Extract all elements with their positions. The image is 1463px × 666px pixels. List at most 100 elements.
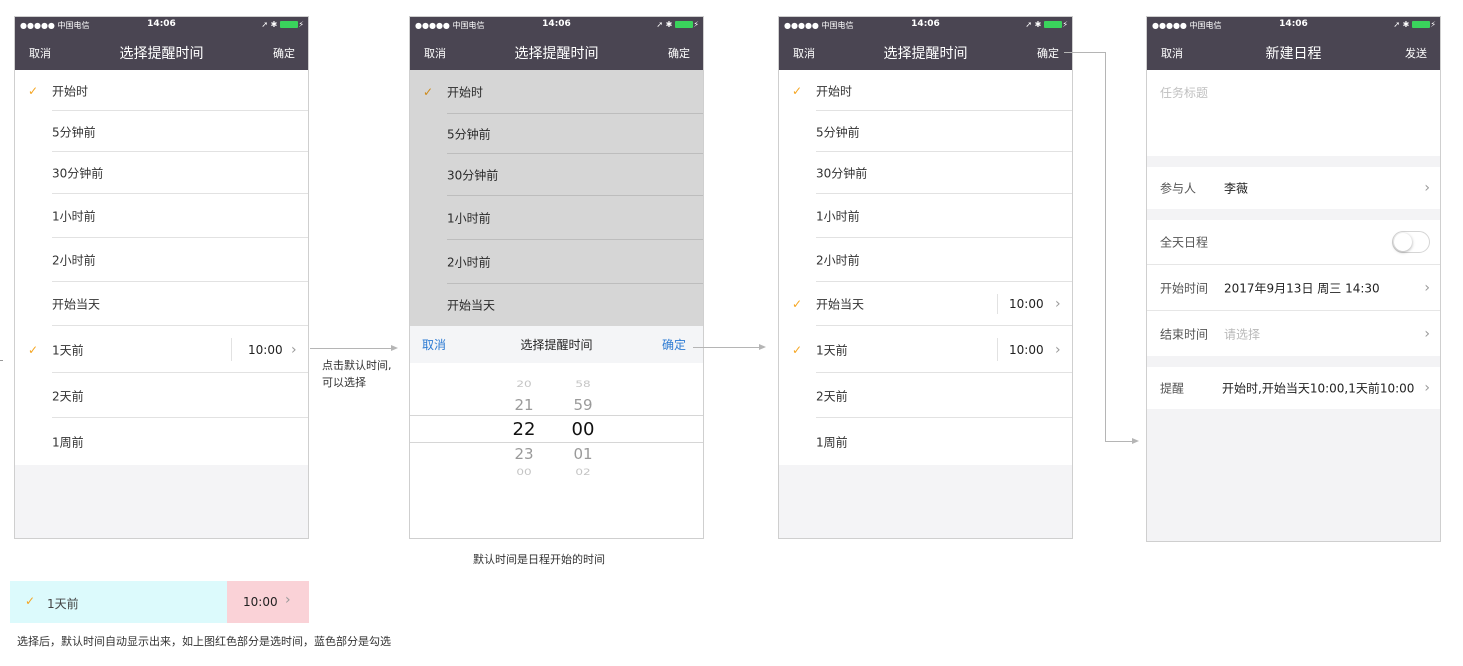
reminder-list: ✓ 开始时 5分钟前 30分钟前 1小时前 2小时前 ✓ 开始当天 10:00 … xyxy=(779,70,1072,465)
allday-label: 全天日程 xyxy=(1160,235,1209,250)
list-item[interactable]: 1周前 xyxy=(779,418,1072,465)
picker-confirm-button[interactable]: 确定 xyxy=(662,336,686,353)
list-item[interactable]: 开始当天 xyxy=(15,282,308,326)
page-title: 选择提醒时间 xyxy=(119,46,204,62)
phone-screen-reminder-result: ●●●●● 中国电信 14:06 ➚ ✱ ⚡ 取消 选择提醒时间 确定 ✓ 开始时… xyxy=(778,16,1073,539)
flow-arrow xyxy=(1064,52,1106,53)
list-item-label: 5分钟前 xyxy=(52,125,96,139)
confirm-button[interactable]: 确定 xyxy=(273,45,295,61)
list-item[interactable]: 2天前 xyxy=(15,373,308,418)
start-time-row[interactable]: 开始时间 2017年9月13日 周三 14:30 › xyxy=(1147,265,1440,311)
hour-option[interactable]: 20 xyxy=(504,379,544,389)
modal-overlay[interactable] xyxy=(410,70,703,326)
list-item-label: 1天前 xyxy=(52,343,84,357)
participants-label: 参与人 xyxy=(1160,181,1197,196)
battery-icon: ➚ ✱ ⚡ xyxy=(261,20,304,29)
task-title-placeholder: 任务标题 xyxy=(1160,86,1209,100)
chevron-right-icon: › xyxy=(1424,380,1430,396)
checkmark-icon: ✓ xyxy=(792,342,803,357)
chevron-right-icon: › xyxy=(1055,296,1061,312)
flow-arrow xyxy=(1105,441,1133,442)
hour-option-selected[interactable]: 22 xyxy=(504,419,544,440)
list-item-label: 开始时 xyxy=(816,84,853,98)
time-picker-wheel[interactable]: 20 21 22 23 00 58 59 00 01 02 xyxy=(410,363,703,538)
list-item[interactable]: 30分钟前 xyxy=(779,152,1072,194)
nav-bar: 取消 新建日程 发送 xyxy=(1147,33,1440,70)
list-item[interactable]: 2小时前 xyxy=(15,238,308,282)
list-item[interactable]: 1小时前 xyxy=(779,194,1072,238)
flow-arrow xyxy=(693,347,760,348)
legend-time-area: 10:00 › xyxy=(227,581,309,623)
hour-option[interactable]: 00 xyxy=(504,467,544,477)
phone-screen-time-picker: ●●●●● 中国电信 14:06 ➚ ✱ ⚡ 取消 选择提醒时间 确定 ✓ 开始时… xyxy=(409,16,704,539)
list-item[interactable]: ✓ 开始时 xyxy=(15,70,308,111)
reminder-row[interactable]: 提醒 开始时,开始当天10:00,1天前10:00 › xyxy=(1147,367,1440,409)
arrow-head-icon xyxy=(1132,438,1139,444)
flow-arrow-vertical xyxy=(1105,52,1106,441)
chevron-right-icon: › xyxy=(1424,279,1430,296)
edge-mark xyxy=(0,360,3,361)
time-value[interactable]: 10:00 xyxy=(1009,297,1044,311)
annotation-default-is-start: 默认时间是日程开始的时间 xyxy=(473,553,605,566)
list-item[interactable]: ✓ 开始时 xyxy=(779,70,1072,111)
nav-bar: 取消 选择提醒时间 确定 xyxy=(779,33,1072,70)
list-item[interactable]: ✓ 1天前 10:00 › xyxy=(779,326,1072,373)
list-item[interactable]: ✓ 1天前 10:00 › xyxy=(15,326,308,373)
task-title-field[interactable]: 任务标题 xyxy=(1147,70,1440,156)
nav-bar: 取消 选择提醒时间 确定 xyxy=(15,33,308,70)
list-item[interactable]: 1周前 xyxy=(15,418,308,465)
chevron-right-icon: › xyxy=(1424,325,1430,342)
status-bar: ●●●●● 中国电信 14:06 ➚ ✱ ⚡ xyxy=(1147,17,1440,33)
minute-option[interactable]: 02 xyxy=(563,467,603,477)
reminder-label: 提醒 xyxy=(1160,381,1185,396)
status-bar: ●●●●● 中国电信 14:06 ➚ ✱ ⚡ xyxy=(15,17,308,33)
participants-value: 李薇 xyxy=(1224,181,1249,196)
phone-screen-select-reminder: ●●●●● 中国电信 14:06 ➚ ✱ ⚡ 取消 选择提醒时间 确定 ✓ 开始时… xyxy=(14,16,309,539)
confirm-button[interactable]: 确定 xyxy=(1037,45,1059,61)
legend-caption: 选择后，默认时间自动显示出来，如上图红色部分是选时间，蓝色部分是勾选 xyxy=(17,635,391,648)
end-time-row[interactable]: 结束时间 请选择 › xyxy=(1147,311,1440,356)
page-title: 选择提醒时间 xyxy=(883,46,968,62)
list-item[interactable]: 30分钟前 xyxy=(15,152,308,194)
page-title: 新建日程 xyxy=(1265,46,1322,62)
list-item[interactable]: 5分钟前 xyxy=(779,111,1072,152)
list-item[interactable]: 2天前 xyxy=(779,373,1072,418)
chevron-right-icon: › xyxy=(291,341,297,358)
time-value[interactable]: 10:00 xyxy=(248,343,283,357)
participants-row[interactable]: 参与人 李薇 › xyxy=(1147,167,1440,209)
minute-option[interactable]: 01 xyxy=(563,445,603,463)
arrow-head-icon xyxy=(759,344,766,350)
list-item-label: 开始当天 xyxy=(816,297,865,312)
reminder-value: 开始时,开始当天10:00,1天前10:00 xyxy=(1222,381,1415,396)
checkmark-icon: ✓ xyxy=(28,342,39,357)
reminder-list: ✓ 开始时 5分钟前 30分钟前 1小时前 2小时前 开始当天 ✓ 1天前 10… xyxy=(15,70,308,465)
page-title: 选择提醒时间 xyxy=(514,46,599,62)
list-item[interactable]: 2小时前 xyxy=(779,238,1072,282)
list-item-label: 1天前 xyxy=(816,343,848,357)
status-bar: ●●●●● 中国电信 14:06 ➚ ✱ ⚡ xyxy=(410,17,703,33)
list-item-label: 5分钟前 xyxy=(816,125,860,139)
minute-option[interactable]: 58 xyxy=(563,379,603,389)
hour-option[interactable]: 21 xyxy=(504,396,544,414)
time-value[interactable]: 10:00 xyxy=(1009,343,1044,357)
list-item-label: 1小时前 xyxy=(816,209,860,224)
hour-option[interactable]: 23 xyxy=(504,445,544,463)
minute-option[interactable]: 59 xyxy=(563,396,603,414)
picker-toolbar: 取消 选择提醒时间 确定 xyxy=(410,326,703,364)
send-button[interactable]: 发送 xyxy=(1405,45,1427,61)
confirm-button[interactable]: 确定 xyxy=(668,45,690,61)
list-item-label: 开始当天 xyxy=(52,297,101,312)
allday-toggle[interactable] xyxy=(1392,231,1430,253)
checkmark-icon: ✓ xyxy=(792,83,803,98)
end-time-label: 结束时间 xyxy=(1160,327,1209,341)
list-item[interactable]: 1小时前 xyxy=(15,194,308,238)
list-item[interactable]: ✓ 开始当天 10:00 › xyxy=(779,282,1072,326)
status-bar: ●●●●● 中国电信 14:06 ➚ ✱ ⚡ xyxy=(779,17,1072,33)
checkmark-icon: ✓ xyxy=(25,594,36,608)
list-item[interactable]: 5分钟前 xyxy=(15,111,308,152)
legend-check-area: ✓ 1天前 xyxy=(10,581,227,623)
minute-option-selected[interactable]: 00 xyxy=(563,419,603,440)
nav-bar: 取消 选择提醒时间 确定 xyxy=(410,33,703,70)
annotation-tap-default: 点击默认时间, 可以选择 xyxy=(322,357,392,391)
list-item-label: 1周前 xyxy=(52,435,84,449)
